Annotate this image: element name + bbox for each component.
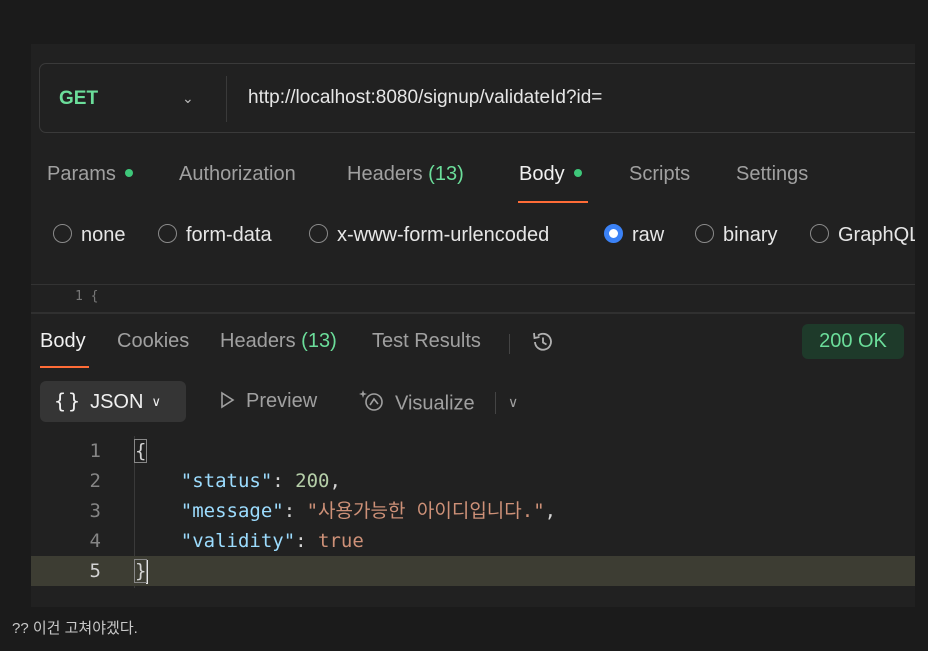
code-content: "status": 200, <box>180 470 341 492</box>
line-number: 2 <box>89 470 101 492</box>
active-tab-underline <box>518 201 588 203</box>
json-boolean: true <box>318 530 364 552</box>
url-input[interactable]: http://localhost:8080/signup/validateId?… <box>248 87 602 109</box>
url-bar: GET ⌄ http://localhost:8080/signup/valid… <box>39 63 915 133</box>
braces-icon: {} <box>54 389 83 413</box>
request-editor-peek[interactable]: 1 { <box>75 289 98 304</box>
postman-panel: GET ⌄ http://localhost:8080/signup/valid… <box>31 44 915 607</box>
visualize-label: Visualize <box>395 392 475 415</box>
json-number: 200 <box>295 470 330 492</box>
body-type-urlencoded[interactable]: x-www-form-urlencoded <box>309 224 549 247</box>
code-line-current: 5 } <box>31 556 915 586</box>
body-dot-indicator <box>573 168 582 177</box>
radio-urlencoded[interactable] <box>309 224 328 244</box>
json-key: "message" <box>180 500 284 522</box>
json-string: "사용가능한 아이디입니다." <box>306 500 545 522</box>
body-type-form-data[interactable]: form-data <box>158 224 272 247</box>
divider <box>495 392 496 414</box>
tab-body[interactable]: Body <box>519 163 582 186</box>
body-type-urlencoded-label: x-www-form-urlencoded <box>337 224 550 246</box>
body-type-none-label: none <box>81 224 126 246</box>
tab-body-label: Body <box>519 163 565 185</box>
body-type-binary[interactable]: binary <box>695 224 777 247</box>
radio-graphql[interactable] <box>810 224 829 244</box>
code-content: "message": "사용가능한 아이디입니다.", <box>180 500 557 522</box>
line-number: 4 <box>89 530 101 552</box>
line-number: 3 <box>89 500 101 522</box>
body-type-selector: none form-data x-www-form-urlencoded raw… <box>31 224 915 254</box>
chevron-down-icon[interactable]: ∨ <box>508 394 518 411</box>
response-tab-cookies[interactable]: Cookies <box>117 330 189 353</box>
chevron-down-icon[interactable]: ⌄ <box>182 90 194 107</box>
code-content: } <box>133 556 149 586</box>
tab-headers-label: Headers <box>347 163 423 185</box>
json-key: "status" <box>180 470 273 492</box>
brace: } <box>133 559 148 583</box>
code-content: "validity": true <box>180 530 364 552</box>
body-type-graphql[interactable]: GraphQL <box>810 224 915 247</box>
text-cursor <box>146 559 149 584</box>
chevron-down-icon: ∨ <box>151 394 161 409</box>
status-badge: 200 OK <box>802 324 904 359</box>
response-headers-count: (13) <box>301 330 337 352</box>
response-tab-body[interactable]: Body <box>40 330 86 353</box>
preview-label: Preview <box>246 390 318 412</box>
headers-count: (13) <box>428 163 464 185</box>
caption-text: ?? 이건 고쳐야겠다. <box>12 620 138 637</box>
method-select[interactable]: GET <box>59 88 98 110</box>
params-dot-indicator <box>124 168 133 177</box>
code-line: 2 "status": 200, <box>31 466 915 496</box>
visualize-button[interactable]: Visualize <box>359 390 475 418</box>
json-key: "validity" <box>180 530 296 552</box>
tab-authorization[interactable]: Authorization <box>179 163 296 186</box>
body-type-raw-label: raw <box>632 224 665 246</box>
radio-raw[interactable] <box>604 224 623 244</box>
line-number: 5 <box>89 560 101 582</box>
response-tab-headers[interactable]: Headers (13) <box>220 330 337 353</box>
body-type-none[interactable]: none <box>53 224 126 247</box>
radio-binary[interactable] <box>695 224 714 244</box>
brace: { <box>133 439 148 463</box>
tab-headers[interactable]: Headers (13) <box>347 163 464 186</box>
tab-scripts[interactable]: Scripts <box>629 163 690 186</box>
format-select[interactable]: {} JSON ∨ <box>40 381 186 422</box>
history-icon[interactable] <box>529 328 557 356</box>
body-type-raw[interactable]: raw <box>604 224 664 247</box>
tab-params-label: Params <box>47 163 116 185</box>
body-type-graphql-label: GraphQL <box>838 224 915 246</box>
code-line: 4 "validity": true <box>31 526 915 556</box>
url-divider <box>226 76 227 122</box>
code-line: 3 "message": "사용가능한 아이디입니다.", <box>31 496 915 526</box>
tab-settings[interactable]: Settings <box>736 163 808 186</box>
preview-button[interactable]: Preview <box>218 390 317 413</box>
body-type-form-data-label: form-data <box>186 224 272 246</box>
tab-params[interactable]: Params <box>47 163 133 186</box>
visualize-icon <box>359 390 383 411</box>
divider <box>31 284 915 285</box>
radio-none[interactable] <box>53 224 72 244</box>
body-type-binary-label: binary <box>723 224 778 246</box>
pane-resize-handle[interactable] <box>31 312 915 314</box>
response-active-tab-underline <box>40 366 89 368</box>
line-number: 1 <box>89 440 101 462</box>
response-tab-test-results[interactable]: Test Results <box>372 330 481 353</box>
radio-form-data[interactable] <box>158 224 177 244</box>
play-icon <box>221 391 235 409</box>
divider <box>509 334 510 354</box>
format-label: JSON <box>90 391 144 413</box>
code-content: { <box>133 436 148 466</box>
response-tab-headers-label: Headers <box>220 330 296 352</box>
code-line: 1 { <box>31 436 915 466</box>
